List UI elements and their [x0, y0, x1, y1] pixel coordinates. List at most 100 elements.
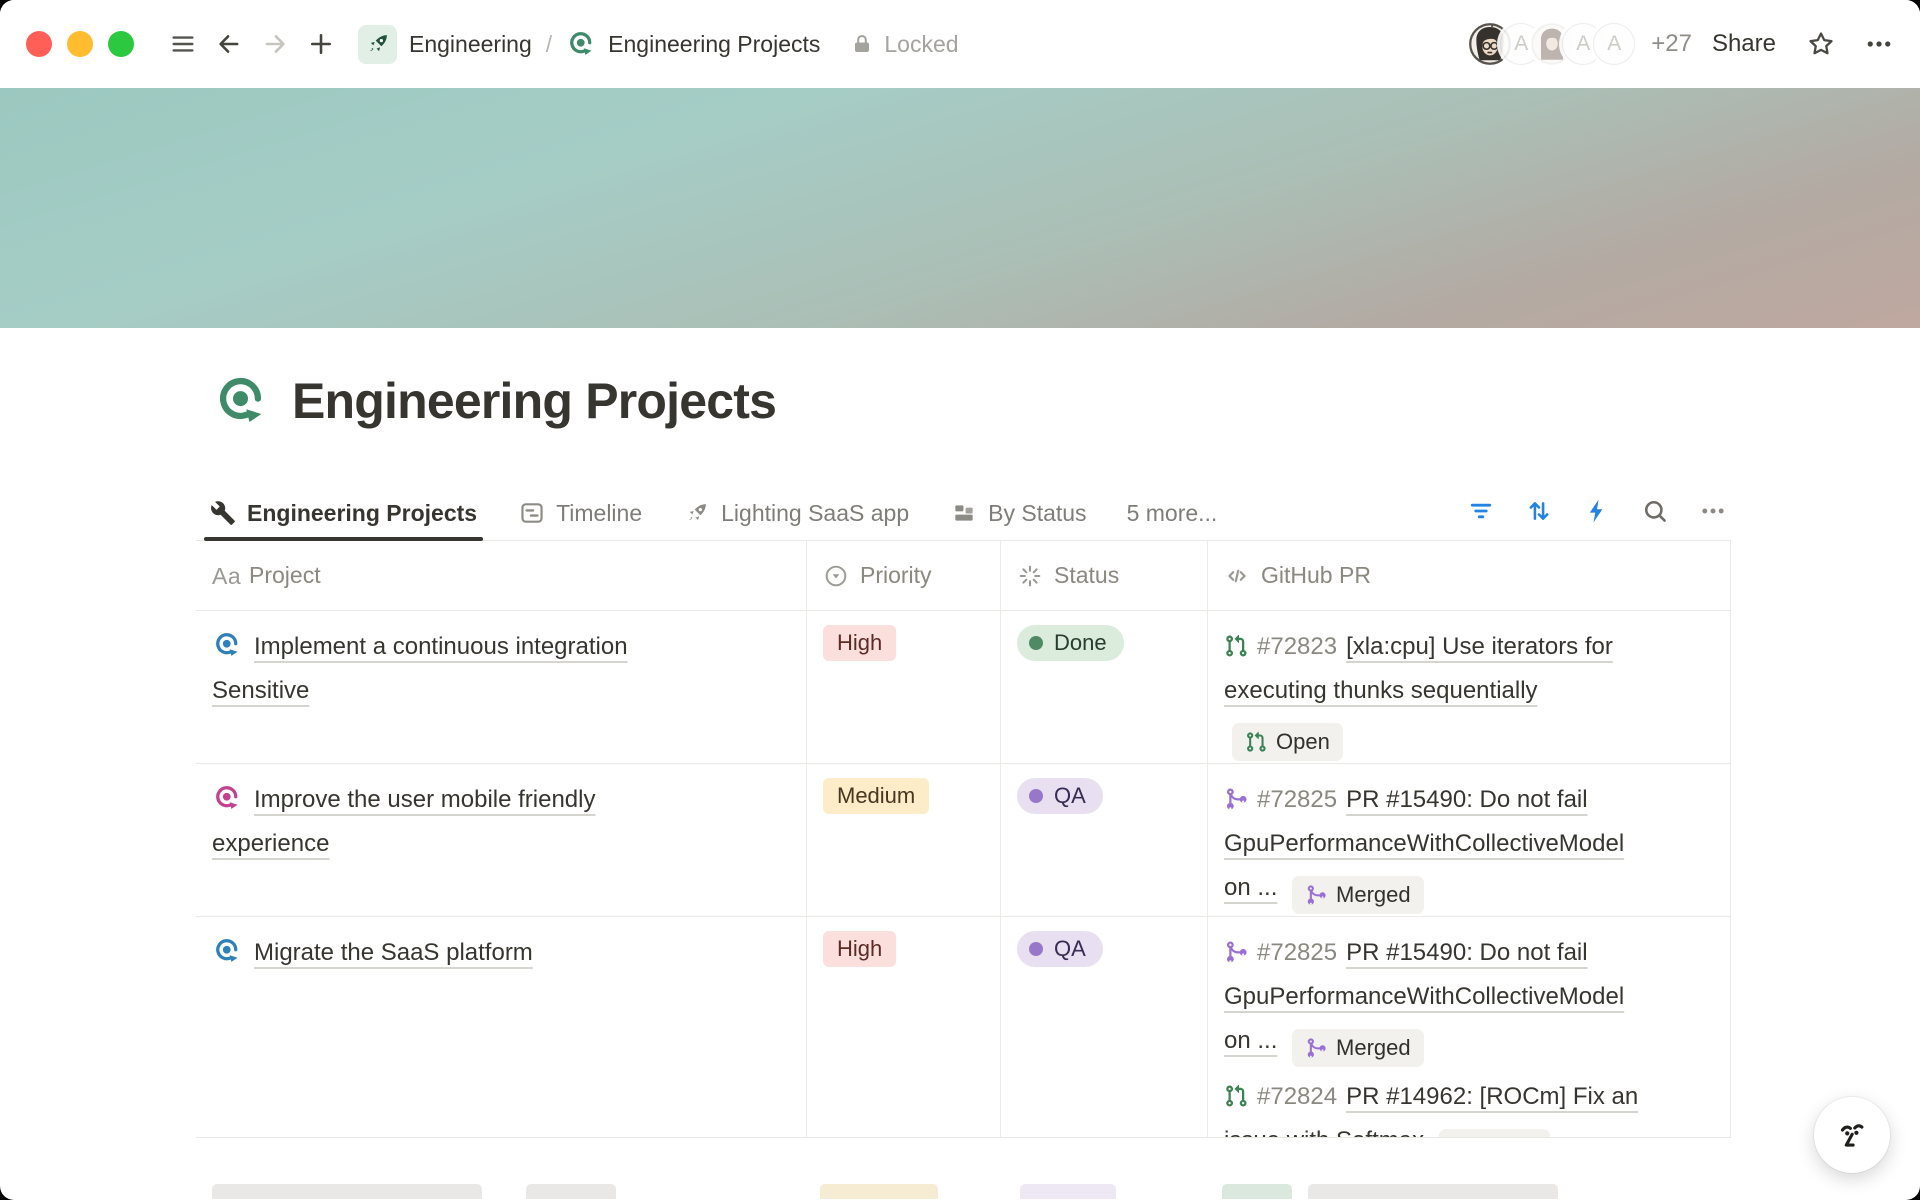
priority-cell[interactable]: High: [807, 611, 1001, 763]
project-cell[interactable]: Migrate the SaaS platform: [196, 917, 807, 1138]
wrench-icon: [210, 500, 236, 526]
project-link[interactable]: Implement a continuous integration Sensi…: [212, 633, 628, 704]
page-content: Engineering Projects Engineering Project…: [0, 372, 1731, 1199]
pr-state-badge: Open: [1439, 1129, 1550, 1138]
lock-status[interactable]: Locked: [850, 31, 958, 58]
breadcrumb-page[interactable]: Engineering Projects: [608, 31, 820, 58]
toolbar-right: AAA +27 Share: [1469, 23, 1894, 65]
tab-timeline[interactable]: Timeline: [513, 486, 648, 540]
pr-entry: #72824PR #14962: [ROCm] Fix an issue wit…: [1224, 1075, 1654, 1138]
hamburger-icon: [169, 30, 197, 58]
project-cell[interactable]: Improve the user mobile friendly experie…: [196, 764, 807, 916]
project-link[interactable]: Migrate the SaaS platform: [254, 939, 533, 966]
view-tabs: Engineering Projects Timeline Lighting Saa…: [204, 486, 1123, 540]
workspace-chip[interactable]: [358, 25, 397, 64]
github-pr-cell[interactable]: #72825PR #15490: Do not fail GpuPerforma…: [1208, 764, 1731, 916]
search-button[interactable]: [1641, 497, 1669, 530]
pr-entry: #72825PR #15490: Do not fail GpuPerforma…: [1224, 931, 1654, 1067]
pr-entry: #72825PR #15490: Do not fail GpuPerforma…: [1224, 778, 1654, 914]
column-header-github-pr[interactable]: GitHub PR: [1208, 541, 1731, 610]
text-type-icon: Aa: [212, 563, 238, 589]
pr-state-label: Open: [1276, 720, 1330, 763]
github-pr-cell[interactable]: #72825PR #15490: Do not fail GpuPerforma…: [1208, 917, 1731, 1138]
plus-icon: [307, 30, 335, 58]
lightning-button[interactable]: [1583, 497, 1611, 530]
toolbar: Engineering / Engineering Projects Locke…: [0, 0, 1920, 88]
back-button[interactable]: [206, 21, 252, 67]
page-header: Engineering Projects: [212, 372, 1731, 430]
status-label: QA: [1054, 783, 1086, 809]
table-body: Implement a continuous integration Sensi…: [196, 611, 1731, 1138]
back-arrow-icon: [215, 30, 243, 58]
pr-number: #72825: [1257, 939, 1337, 966]
priority-cell[interactable]: Medium: [807, 764, 1001, 916]
status-tag: QA: [1017, 778, 1103, 814]
collaborator-overflow-count[interactable]: +27: [1651, 30, 1692, 58]
lock-icon: [850, 32, 874, 56]
view-actions: [1467, 497, 1731, 530]
project-link[interactable]: Improve the user mobile friendly experie…: [212, 786, 595, 857]
dots-button[interactable]: [1699, 497, 1727, 530]
tab-by-status[interactable]: By Status: [945, 486, 1092, 540]
column-header-priority[interactable]: Priority: [807, 541, 1001, 610]
notion-ai-button[interactable]: [1814, 1097, 1890, 1173]
sidebar-menu-button[interactable]: [160, 21, 206, 67]
git-pull-request-icon: [1224, 1084, 1248, 1108]
new-tab-button[interactable]: [298, 21, 344, 67]
notion-ai-face-icon: [1830, 1113, 1874, 1157]
filter-button[interactable]: [1467, 497, 1495, 530]
rocket-icon: [684, 500, 710, 526]
more-options-icon[interactable]: [1864, 29, 1894, 59]
avatar-initial: A: [1576, 32, 1590, 56]
status-cell[interactable]: QA: [1001, 764, 1208, 916]
lock-label: Locked: [884, 31, 958, 58]
rocket-icon: [365, 31, 391, 57]
git-pull-request-icon: [1224, 634, 1248, 658]
breadcrumb-separator: /: [546, 31, 552, 58]
tab-engineering-projects[interactable]: Engineering Projects: [204, 486, 483, 540]
collaborator-avatars[interactable]: AAA: [1469, 23, 1635, 65]
forward-button[interactable]: [252, 21, 298, 67]
column-header-project[interactable]: AaProject: [196, 541, 807, 610]
share-button[interactable]: Share: [1712, 30, 1776, 58]
breadcrumb-workspace[interactable]: Engineering: [409, 31, 532, 58]
github-pr-cell[interactable]: #72823[xla:cpu] Use iterators for execut…: [1208, 611, 1731, 763]
forward-arrow-icon: [261, 30, 289, 58]
pr-number: #72824: [1257, 1083, 1337, 1110]
column-header-status[interactable]: Status: [1001, 541, 1208, 610]
page-icon-cycle[interactable]: [212, 372, 270, 430]
pr-state-badge: Open: [1232, 723, 1343, 761]
status-label: Done: [1054, 630, 1107, 656]
tab-label: Lighting SaaS app: [721, 500, 909, 527]
table-row: Implement a continuous integration Sensi…: [196, 611, 1731, 763]
clipped-next-row: [196, 1184, 1731, 1199]
zoom-window-button[interactable]: [108, 31, 134, 57]
status-label: QA: [1054, 936, 1086, 962]
sort-button[interactable]: [1525, 497, 1553, 530]
pr-entry: #72823[xla:cpu] Use iterators for execut…: [1224, 625, 1654, 761]
pr-state-label: Open: [1483, 1126, 1537, 1138]
more-views-button[interactable]: 5 more...: [1127, 500, 1218, 527]
search-icon: [1641, 497, 1669, 525]
status-dot: [1029, 942, 1043, 956]
tab-lighting-saas-app[interactable]: Lighting SaaS app: [678, 486, 915, 540]
minimize-window-button[interactable]: [67, 31, 93, 57]
column-label: Priority: [860, 562, 932, 589]
dots-icon: [1699, 497, 1727, 525]
status-cell[interactable]: Done: [1001, 611, 1208, 763]
git-pull-request-icon: [1245, 731, 1267, 753]
page-cover-image[interactable]: [0, 88, 1920, 328]
git-merge-icon: [1305, 1037, 1327, 1059]
status-dot: [1029, 789, 1043, 803]
avatar[interactable]: A: [1593, 23, 1635, 65]
timeline-icon: [519, 500, 545, 526]
select-icon: [823, 563, 849, 589]
close-window-button[interactable]: [26, 31, 52, 57]
project-cell[interactable]: Implement a continuous integration Sensi…: [196, 611, 807, 763]
project-cycle-icon: [212, 783, 242, 813]
window-controls: [26, 31, 134, 57]
priority-cell[interactable]: High: [807, 917, 1001, 1138]
status-cell[interactable]: QA: [1001, 917, 1208, 1138]
favorite-star-icon[interactable]: [1806, 29, 1836, 59]
table-header-row: AaProject Priority StatusGitHub PR: [196, 541, 1731, 611]
